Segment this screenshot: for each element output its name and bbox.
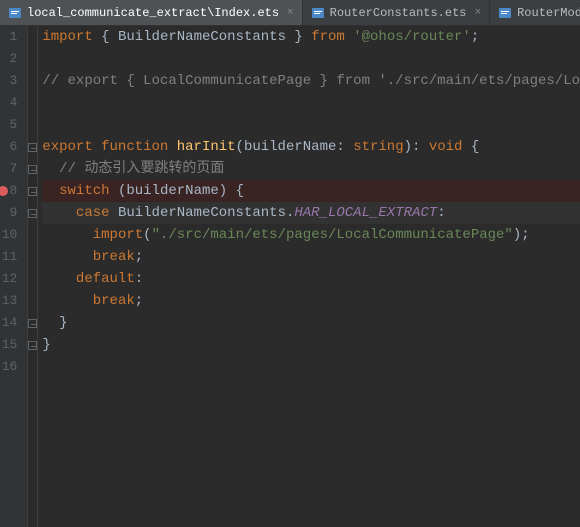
code-line[interactable]: case BuilderNameConstants.HAR_LOCAL_EXTR… <box>42 202 580 224</box>
tab-bar: local_communicate_extract\Index.ets × Ro… <box>0 0 580 26</box>
line-number[interactable]: 2 <box>0 48 17 70</box>
tab-index-ets[interactable]: local_communicate_extract\Index.ets × <box>0 0 303 25</box>
file-icon <box>8 6 22 20</box>
code-line[interactable]: break; <box>42 290 580 312</box>
line-number[interactable]: 14 <box>0 312 17 334</box>
close-icon[interactable]: × <box>287 7 294 19</box>
code-line[interactable]: import("./src/main/ets/pages/LocalCommun… <box>42 224 580 246</box>
file-icon <box>311 6 325 20</box>
line-number[interactable]: 6 <box>0 136 17 158</box>
tab-label: local_communicate_extract\Index.ets <box>27 6 279 20</box>
editor: 1 2 3 4 5 6 7 8 9 10 11 12 13 14 15 16 i… <box>0 26 580 527</box>
code-line[interactable]: // export { LocalCommunicatePage } from … <box>42 70 580 92</box>
code-line[interactable]: export function harInit(builderName: str… <box>42 136 580 158</box>
code-line[interactable]: default: <box>42 268 580 290</box>
line-number[interactable]: 12 <box>0 268 17 290</box>
code-area[interactable]: import { BuilderNameConstants } from '@o… <box>38 26 580 527</box>
tab-router-module[interactable]: RouterModule.ets × <box>490 0 580 25</box>
fold-toggle-icon[interactable] <box>28 319 37 328</box>
line-number[interactable]: 8 <box>0 180 17 202</box>
tab-router-constants[interactable]: RouterConstants.ets × <box>303 0 490 25</box>
code-line[interactable]: import { BuilderNameConstants } from '@o… <box>42 26 580 48</box>
line-number[interactable]: 9 <box>0 202 17 224</box>
breakpoint-icon[interactable] <box>0 186 8 196</box>
code-line[interactable] <box>42 48 580 70</box>
line-number[interactable]: 11 <box>0 246 17 268</box>
code-line[interactable] <box>42 356 580 378</box>
code-line[interactable]: } <box>42 312 580 334</box>
line-number[interactable]: 16 <box>0 356 17 378</box>
line-number[interactable]: 13 <box>0 290 17 312</box>
fold-column <box>28 26 38 527</box>
fold-toggle-icon[interactable] <box>28 165 37 174</box>
close-icon[interactable]: × <box>474 7 481 19</box>
line-number[interactable]: 1 <box>0 26 17 48</box>
fold-toggle-icon[interactable] <box>28 187 37 196</box>
fold-toggle-icon[interactable] <box>28 143 37 152</box>
line-number[interactable]: 10 <box>0 224 17 246</box>
code-line[interactable]: break; <box>42 246 580 268</box>
gutter[interactable]: 1 2 3 4 5 6 7 8 9 10 11 12 13 14 15 16 <box>0 26 28 527</box>
code-line[interactable] <box>42 92 580 114</box>
line-number[interactable]: 3 <box>0 70 17 92</box>
code-line[interactable] <box>42 114 580 136</box>
fold-toggle-icon[interactable] <box>28 341 37 350</box>
tab-label: RouterModule.ets <box>517 6 580 20</box>
line-number[interactable]: 15 <box>0 334 17 356</box>
tab-label: RouterConstants.ets <box>330 6 467 20</box>
code-line[interactable]: } <box>42 334 580 356</box>
line-number[interactable]: 5 <box>0 114 17 136</box>
code-line[interactable]: // 动态引入要跳转的页面 <box>42 158 580 180</box>
line-number[interactable]: 4 <box>0 92 17 114</box>
file-icon <box>498 6 512 20</box>
fold-toggle-icon[interactable] <box>28 209 37 218</box>
line-number[interactable]: 7 <box>0 158 17 180</box>
code-line[interactable]: switch (builderName) { <box>42 180 580 202</box>
